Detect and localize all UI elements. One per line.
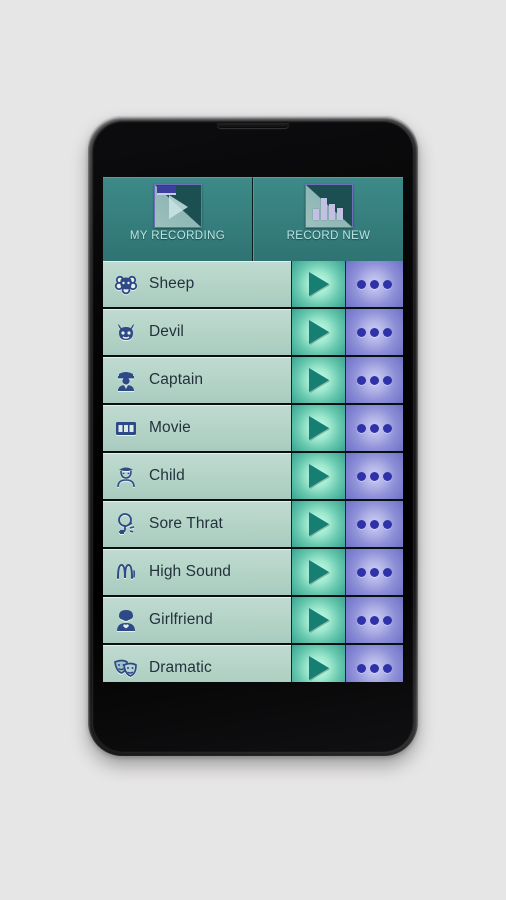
tab-record-new-label: RECORD NEW	[286, 230, 371, 242]
list-item-main[interactable]: Sheep	[103, 261, 291, 307]
play-button[interactable]	[291, 549, 346, 595]
list-item-label: High Sound	[149, 563, 232, 580]
equalizer-bars	[312, 192, 343, 220]
play-icon	[308, 464, 329, 488]
list-item[interactable]: Sore Thrat	[103, 501, 403, 549]
list-item[interactable]: Dramatic	[103, 645, 403, 682]
list-item[interactable]: Sheep	[103, 261, 403, 309]
more-options-button[interactable]	[346, 501, 403, 547]
tab-icon-tag	[156, 186, 176, 195]
more-options-button[interactable]	[346, 597, 403, 643]
list-item-label: Movie	[149, 419, 191, 436]
movie-icon	[103, 415, 149, 441]
play-button[interactable]	[291, 309, 346, 355]
list-item-label: Captain	[149, 371, 204, 388]
list-item[interactable]: Captain	[103, 357, 403, 405]
more-options-icon	[357, 375, 366, 385]
more-options-icon	[357, 471, 366, 481]
waveform-icon	[103, 559, 149, 585]
girlfriend-icon	[103, 607, 149, 633]
play-icon	[308, 368, 329, 392]
more-options-button[interactable]	[346, 549, 403, 595]
more-options-icon	[357, 663, 366, 673]
play-button[interactable]	[291, 645, 346, 682]
more-options-icon	[357, 519, 366, 529]
list-item-label: Sheep	[149, 275, 195, 292]
equalizer-tab-icon	[304, 184, 353, 228]
more-options-button[interactable]	[346, 453, 403, 499]
more-options-icon	[357, 327, 366, 337]
more-options-button[interactable]	[346, 405, 403, 451]
play-tab-icon	[153, 184, 202, 228]
play-button[interactable]	[291, 501, 346, 547]
phone-device: MY RECORDING RECORD NEW Sheep Devil Capt…	[88, 116, 418, 756]
play-button[interactable]	[291, 405, 346, 451]
tab-record-new[interactable]: RECORD NEW	[253, 177, 403, 261]
more-options-button[interactable]	[346, 309, 403, 355]
list-item[interactable]: Devil	[103, 309, 403, 357]
list-item-label: Girlfriend	[149, 611, 213, 628]
list-item[interactable]: Movie	[103, 405, 403, 453]
more-options-icon	[357, 615, 366, 625]
sheep-icon	[103, 271, 149, 297]
list-item-label: Dramatic	[149, 659, 212, 676]
play-icon	[308, 560, 329, 584]
theater-masks-icon	[103, 655, 149, 681]
list-item-main[interactable]: Sore Thrat	[103, 501, 291, 547]
list-item-main[interactable]: Girlfriend	[103, 597, 291, 643]
play-button[interactable]	[291, 597, 346, 643]
list-item[interactable]: High Sound	[103, 549, 403, 597]
list-item-main[interactable]: Captain	[103, 357, 291, 403]
play-icon	[308, 608, 329, 632]
list-item[interactable]: Child	[103, 453, 403, 501]
child-icon	[103, 463, 149, 489]
more-options-button[interactable]	[346, 261, 403, 307]
list-item-main[interactable]: High Sound	[103, 549, 291, 595]
sore-throat-icon	[103, 511, 149, 537]
play-icon	[308, 416, 329, 440]
more-options-button[interactable]	[346, 357, 403, 403]
phone-bezel: MY RECORDING RECORD NEW Sheep Devil Capt…	[92, 120, 414, 752]
phone-screen: MY RECORDING RECORD NEW Sheep Devil Capt…	[103, 177, 403, 682]
list-item-main[interactable]: Child	[103, 453, 291, 499]
play-button[interactable]	[291, 261, 346, 307]
captain-icon	[103, 367, 149, 393]
play-button[interactable]	[291, 453, 346, 499]
list-item-main[interactable]: Devil	[103, 309, 291, 355]
play-icon	[308, 272, 329, 296]
list-item-main[interactable]: Dramatic	[103, 645, 291, 682]
recordings-list: Sheep Devil Captain Movie Child Sore Thr…	[103, 261, 403, 682]
more-options-icon	[357, 279, 366, 289]
more-options-icon	[357, 423, 366, 433]
screenshot-stage: MY RECORDING RECORD NEW Sheep Devil Capt…	[0, 0, 506, 900]
devil-icon	[103, 319, 149, 345]
list-item-label: Sore Thrat	[149, 515, 223, 532]
tab-my-recording-label: MY RECORDING	[129, 230, 226, 242]
list-item-main[interactable]: Movie	[103, 405, 291, 451]
list-item[interactable]: Girlfriend	[103, 597, 403, 645]
play-button[interactable]	[291, 357, 346, 403]
tab-my-recording[interactable]: MY RECORDING	[103, 177, 253, 261]
play-icon	[308, 320, 329, 344]
play-icon	[308, 512, 329, 536]
list-item-label: Child	[149, 467, 185, 484]
play-icon	[308, 656, 329, 680]
earpiece-speaker	[217, 123, 289, 128]
tab-bar: MY RECORDING RECORD NEW	[103, 177, 403, 261]
list-item-label: Devil	[149, 323, 184, 340]
more-options-icon	[357, 567, 366, 577]
more-options-button[interactable]	[346, 645, 403, 682]
tab-icon-triangle	[168, 195, 188, 219]
